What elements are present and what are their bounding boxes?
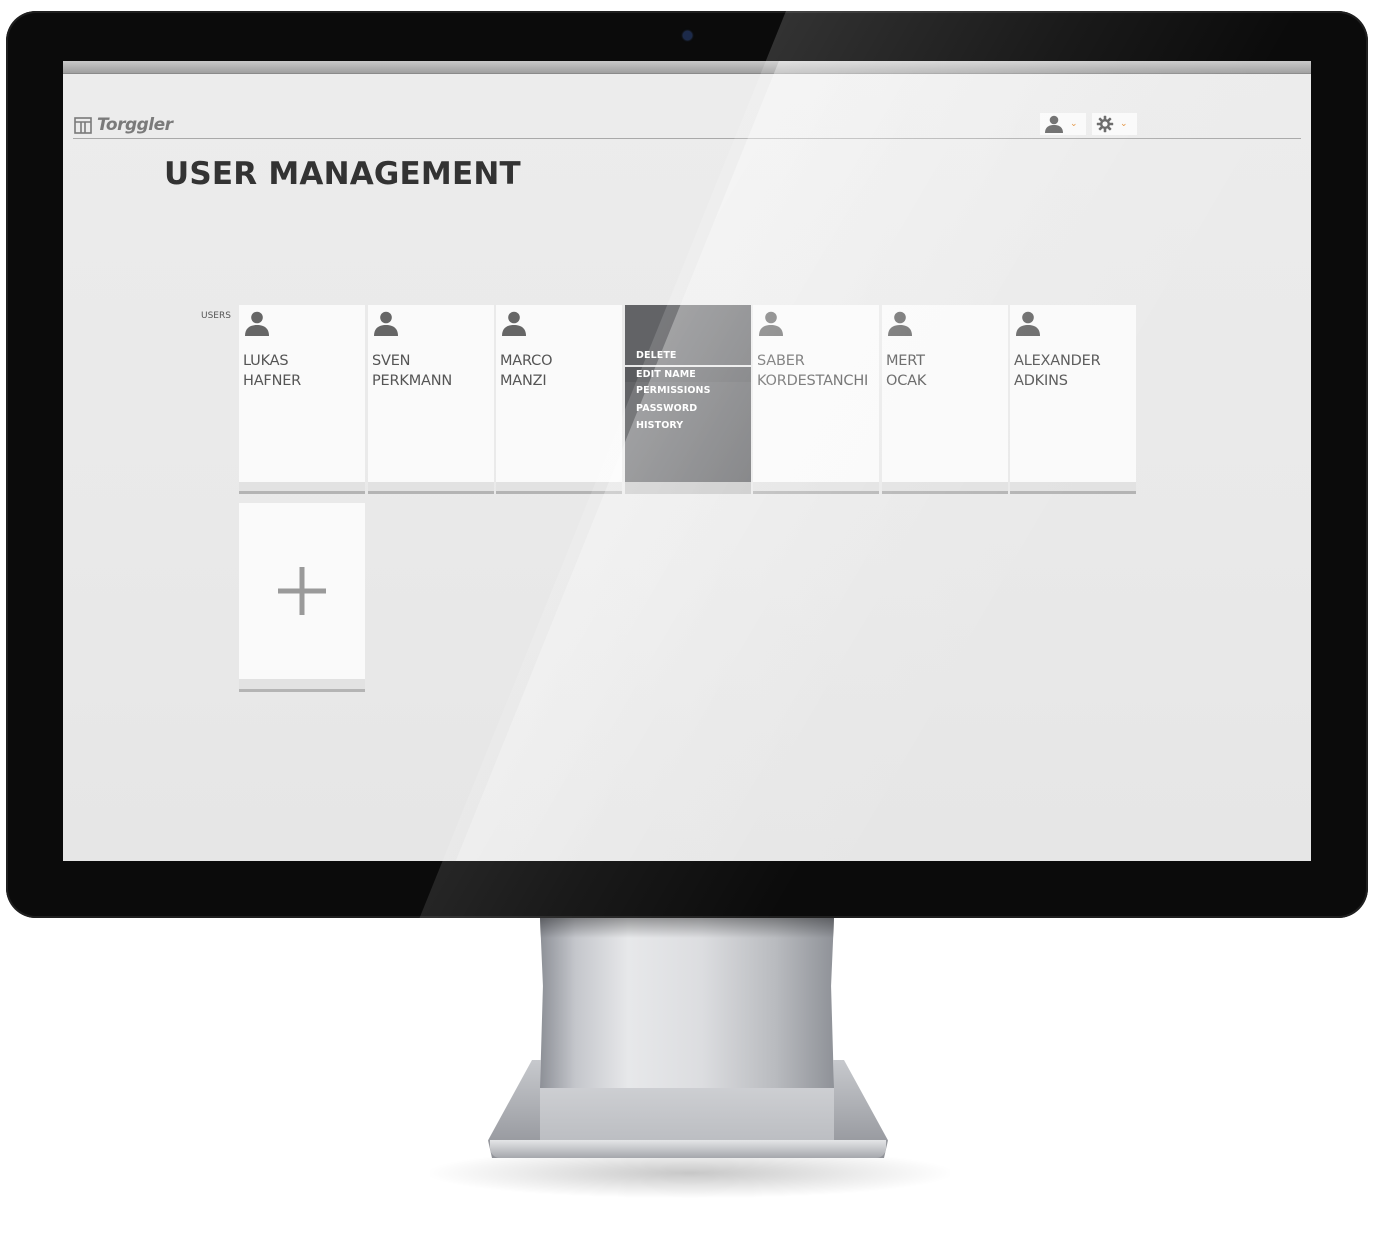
monitor-bezel: Torggler ⌄ ⌄ USER MANAGEMENT USERS LUKAS… — [6, 11, 1368, 918]
menu-item-delete[interactable]: DELETE — [625, 347, 751, 365]
menu-item-permissions[interactable]: PERMISSIONS — [625, 382, 751, 400]
user-card-footer-bar — [496, 482, 622, 494]
monitor-stand-neck — [540, 918, 834, 1088]
user-icon — [1045, 115, 1063, 133]
monitor-stand-foot-edge — [490, 1140, 886, 1158]
user-card-mert-ocak[interactable]: MERT OCAK — [882, 305, 1008, 494]
app-logo-text: Torggler — [97, 115, 173, 135]
user-avatar-icon — [888, 311, 912, 336]
user-card-name: SVEN PERKMANN — [372, 353, 453, 389]
user-card-name: LUKAS HAFNER — [243, 353, 302, 389]
user-card-name: MARCO MANZI — [500, 353, 553, 389]
page-title: USER MANAGEMENT — [164, 156, 521, 192]
add-card-footer-bar — [239, 679, 365, 692]
user-card-lukas-hafner[interactable]: LUKAS HAFNER — [239, 305, 365, 494]
monitor-stand-neck-shadow — [540, 918, 834, 938]
chevron-down-icon: ⌄ — [1070, 119, 1078, 129]
user-card-name: MERT OCAK — [886, 353, 927, 389]
menu-item-history[interactable]: HISTORY — [625, 417, 751, 435]
menu-item-edit-name[interactable]: EDIT NAME — [625, 364, 751, 382]
user-card-context-menu[interactable]: DELETE EDIT NAME PERMISSIONS PASSWORD HI… — [625, 305, 751, 494]
camera-icon — [683, 31, 692, 40]
user-avatar-icon — [374, 311, 398, 336]
chevron-down-icon: ⌄ — [1120, 119, 1128, 129]
user-avatar-icon — [1016, 311, 1040, 336]
plus-icon — [278, 567, 326, 615]
header-divider — [73, 138, 1301, 139]
user-card-footer-bar — [368, 482, 494, 494]
torggler-logo-icon — [74, 117, 92, 134]
user-card-sven-perkmann[interactable]: SVEN PERKMANN — [368, 305, 494, 494]
user-card-footer-bar — [753, 482, 879, 494]
menu-item-password[interactable]: PASSWORD — [625, 400, 751, 418]
settings-menu-button[interactable]: ⌄ — [1092, 113, 1137, 135]
user-card-footer-bar — [239, 482, 365, 494]
user-context-menu: DELETE EDIT NAME PERMISSIONS PASSWORD HI… — [625, 347, 751, 435]
user-card-name: ALEXANDER ADKINS — [1014, 353, 1101, 389]
user-avatar-icon — [759, 311, 783, 336]
user-avatar-icon — [245, 311, 269, 336]
user-card-footer-bar — [882, 482, 1008, 494]
add-user-button[interactable] — [239, 503, 365, 692]
user-menu-button[interactable]: ⌄ — [1040, 113, 1086, 135]
user-card-alexander-adkins[interactable]: ALEXANDER ADKINS — [1010, 305, 1136, 494]
app-logo[interactable]: Torggler — [74, 114, 173, 136]
users-section-label: USERS — [201, 311, 231, 321]
user-card-name: SABER KORDESTANCHI — [757, 353, 869, 389]
user-card-saber-kordestanchi[interactable]: SABER KORDESTANCHI — [753, 305, 879, 494]
user-card-marco-manzi[interactable]: MARCO MANZI — [496, 305, 622, 494]
screen: Torggler ⌄ ⌄ USER MANAGEMENT USERS LUKAS… — [63, 61, 1311, 861]
user-card-footer-bar — [625, 482, 751, 494]
window-top-bar — [63, 61, 1311, 74]
user-avatar-icon — [502, 311, 526, 336]
user-card-footer-bar — [1010, 482, 1136, 494]
gear-icon — [1096, 115, 1114, 133]
